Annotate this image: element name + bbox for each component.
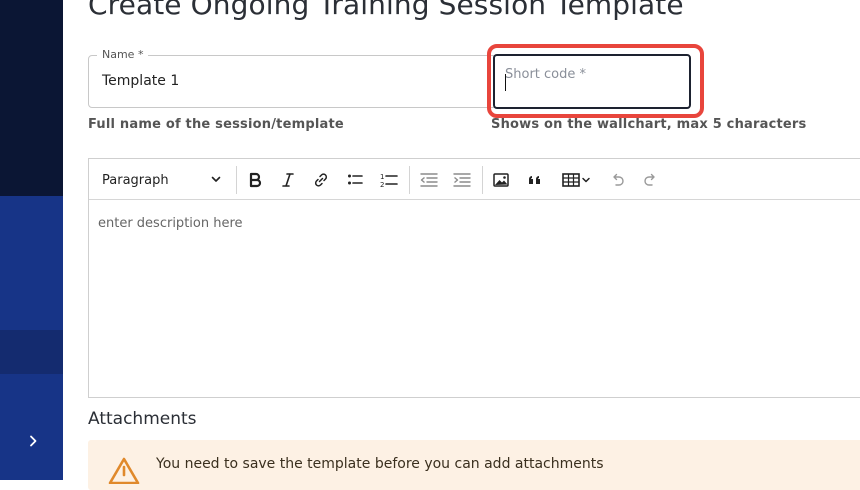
italic-button[interactable] — [275, 167, 301, 193]
sidebar-nav-section — [0, 196, 63, 330]
chevron-down-icon — [211, 176, 221, 182]
link-icon — [314, 173, 328, 187]
attachments-warning-banner: You need to save the template before you… — [88, 440, 860, 490]
toolbar-separator — [409, 166, 410, 194]
chevron-right-icon — [30, 435, 37, 447]
redo-icon — [644, 173, 655, 186]
sidebar-bottom-section — [0, 374, 63, 480]
outdent-button[interactable] — [416, 167, 442, 193]
attachments-warning-text: You need to save the template before you… — [156, 456, 604, 472]
svg-text:2: 2 — [380, 181, 384, 189]
bulleted-list-icon — [348, 174, 363, 185]
block-quote-button[interactable] — [522, 167, 548, 193]
numbered-list-button[interactable]: 1 2 — [376, 167, 402, 193]
toolbar-separator — [482, 166, 483, 194]
undo-icon — [613, 173, 624, 186]
bold-icon — [249, 172, 262, 188]
image-icon — [493, 173, 509, 187]
indent-icon — [453, 173, 471, 187]
svg-text:1: 1 — [380, 173, 384, 181]
short-code-placeholder: Short code * — [505, 67, 587, 82]
undo-button[interactable] — [604, 167, 630, 193]
short-code-helper-text: Shows on the wallchart, max 5 characters — [491, 117, 807, 132]
outdent-icon — [420, 173, 438, 187]
page-title: Create Ongoing Training Session Template — [88, 0, 684, 21]
indent-button[interactable] — [449, 167, 475, 193]
italic-icon — [282, 173, 294, 187]
insert-table-button[interactable] — [555, 167, 597, 193]
short-code-input[interactable]: Short code * — [493, 54, 691, 109]
attachments-heading: Attachments — [88, 409, 197, 429]
description-editor: Paragraph 1 2 enter description here — [88, 158, 860, 398]
link-button[interactable] — [308, 167, 334, 193]
name-helper-text: Full name of the session/template — [88, 117, 344, 132]
name-field[interactable]: Name * Template 1 — [88, 48, 498, 108]
bold-button[interactable] — [242, 167, 268, 193]
redo-button[interactable] — [638, 167, 664, 193]
text-caret — [505, 74, 506, 91]
paragraph-style-label: Paragraph — [102, 172, 169, 188]
sidebar — [0, 0, 63, 480]
editor-toolbar: Paragraph 1 2 — [89, 159, 860, 200]
sidebar-item-selected[interactable] — [0, 330, 63, 374]
quote-icon — [529, 176, 540, 184]
numbered-list-icon: 1 2 — [380, 173, 398, 189]
insert-image-button[interactable] — [488, 167, 514, 193]
name-field-value[interactable]: Template 1 — [102, 73, 179, 89]
sidebar-expand-button[interactable] — [22, 430, 44, 452]
bulleted-list-button[interactable] — [342, 167, 368, 193]
chevron-down-icon — [582, 177, 590, 183]
toolbar-separator — [236, 166, 237, 194]
table-icon — [562, 173, 580, 187]
paragraph-style-dropdown[interactable]: Paragraph — [94, 167, 232, 193]
description-placeholder[interactable]: enter description here — [98, 216, 243, 231]
name-field-label: Name * — [97, 48, 149, 61]
sidebar-top-section — [0, 0, 63, 196]
